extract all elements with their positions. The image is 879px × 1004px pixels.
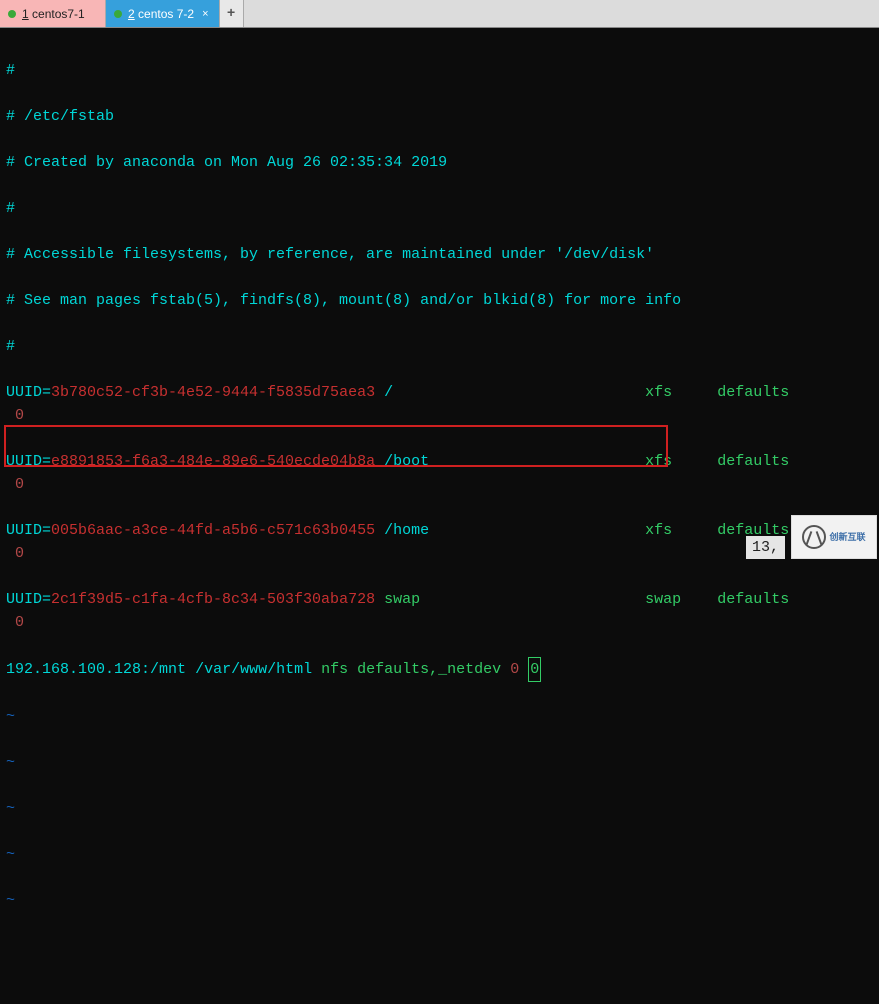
comment-line: # xyxy=(6,59,873,82)
tab-centos7-1[interactable]: 1 centos7-1 xyxy=(0,0,106,27)
fstab-entry: UUID=e8891853-f6a3-484e-89e6-540ecde04b8… xyxy=(6,450,873,496)
comment-line: # Created by anaconda on Mon Aug 26 02:3… xyxy=(6,151,873,174)
terminal[interactable]: # # /etc/fstab # Created by anaconda on … xyxy=(0,28,879,561)
tilde-line: ~ xyxy=(6,705,873,728)
tab-centos7-2[interactable]: 2 centos 7-2 × xyxy=(106,0,220,27)
comment-line: # Accessible filesystems, by reference, … xyxy=(6,243,873,266)
tilde-line: ~ xyxy=(6,797,873,820)
comment-line: # /etc/fstab xyxy=(6,105,873,128)
watermark-logo: 创新互联 xyxy=(791,515,877,559)
add-tab-button[interactable]: + xyxy=(220,0,244,27)
comment-line: # See man pages fstab(5), findfs(8), mou… xyxy=(6,289,873,312)
status-dot-icon xyxy=(8,10,16,18)
fstab-entry: UUID=2c1f39d5-c1fa-4cfb-8c34-503f30aba72… xyxy=(6,588,873,634)
fstab-entry: UUID=005b6aac-a3ce-44fd-a5b6-c571c63b045… xyxy=(6,519,873,565)
close-icon[interactable]: × xyxy=(200,8,210,20)
status-bar: 13, xyxy=(746,536,785,559)
tilde-line: ~ xyxy=(6,889,873,912)
fstab-nfs-entry: 192.168.100.128:/mnt /var/www/html nfs d… xyxy=(6,657,873,682)
comment-line: # xyxy=(6,197,873,220)
logo-text: 创新互联 xyxy=(829,526,865,549)
tab-bar: 1 centos7-1 2 centos 7-2 × + xyxy=(0,0,879,28)
tilde-line: ~ xyxy=(6,843,873,866)
tilde-line: ~ xyxy=(6,751,873,774)
comment-line: # xyxy=(6,335,873,358)
status-dot-icon xyxy=(114,10,122,18)
fstab-entry: UUID=3b780c52-cf3b-4e52-9444-f5835d75aea… xyxy=(6,381,873,427)
tab-label: 1 centos7-1 xyxy=(22,7,85,21)
logo-icon xyxy=(802,525,826,549)
tab-label: 2 centos 7-2 xyxy=(128,7,194,21)
cursor: 0 xyxy=(528,657,541,682)
